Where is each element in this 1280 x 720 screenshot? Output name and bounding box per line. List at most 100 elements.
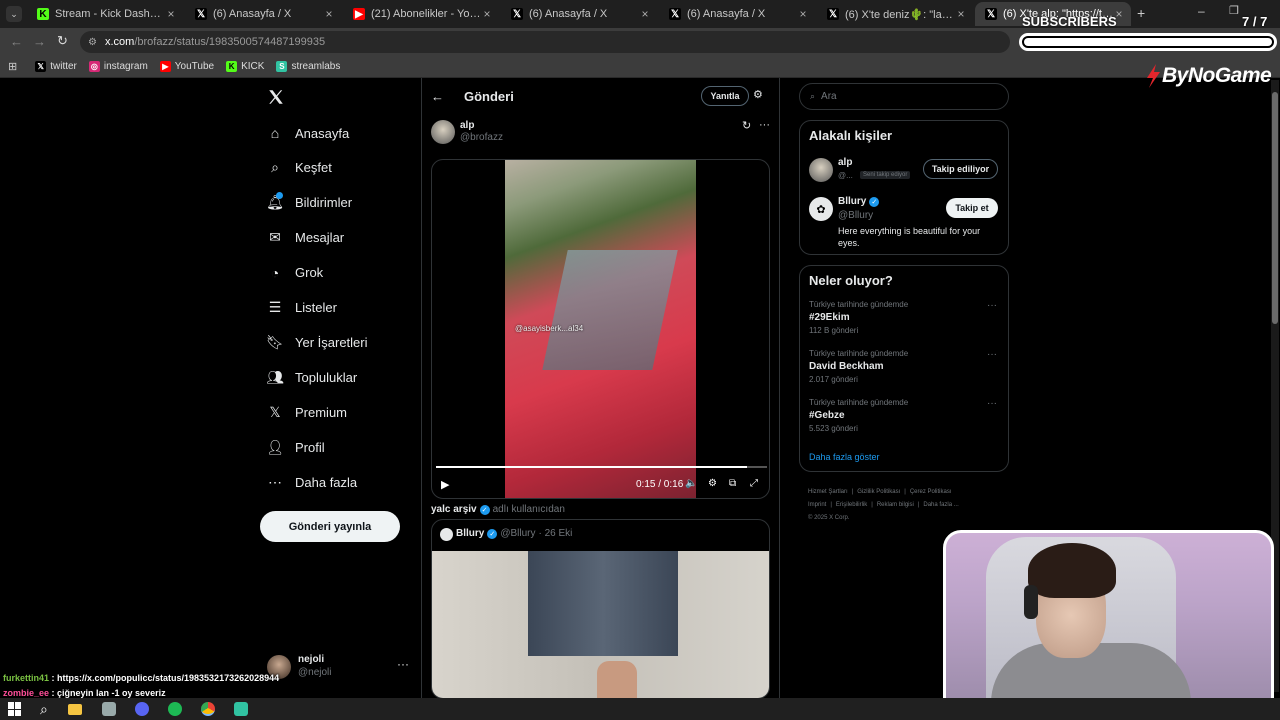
footer-link[interactable]: Reklam bilgisi <box>877 502 914 508</box>
trend-more-icon[interactable]: ··· <box>987 398 997 409</box>
trend-item[interactable]: Türkiye tarihinde gündemde #29Ekim 112 B g… <box>809 300 999 340</box>
app-icon[interactable] <box>101 702 116 716</box>
quoted-media[interactable] <box>432 551 769 698</box>
quoted-date: · 26 Eki <box>538 528 573 539</box>
browser-tab[interactable]: 𝕏 (6) X'te deniz🌵: "lan nejoli ne× <box>817 2 973 26</box>
follow-button[interactable]: Takip et <box>946 198 998 218</box>
forward-icon[interactable]: → <box>33 34 46 49</box>
quoted-media-foot <box>597 661 637 698</box>
video-progress-fill <box>436 466 748 468</box>
trend-more-icon[interactable]: ··· <box>987 349 997 360</box>
nav-item-list[interactable]: ☰ Listeler <box>266 293 337 323</box>
quoted-post[interactable]: Bllury ✓ @Bllury · 26 Eki <box>431 519 770 699</box>
x-logo-icon[interactable] <box>267 88 285 111</box>
footer-link[interactable]: Gizlilik Politikası <box>857 489 900 495</box>
author-name[interactable]: alp <box>460 120 474 131</box>
back-icon[interactable]: ← <box>10 34 23 49</box>
new-tab-button[interactable]: + <box>1137 5 1145 21</box>
reply-button[interactable]: Yanıtla <box>701 86 749 106</box>
author-handle[interactable]: @brofazz <box>460 132 503 143</box>
nav-item-x-premium[interactable]: 𝕏 Premium <box>266 397 347 427</box>
person-row[interactable]: alp @... Seni takip ediyor Takip ediliyo… <box>809 157 1001 185</box>
tab-close-icon[interactable]: × <box>955 7 967 21</box>
video-settings-icon[interactable]: ⚙ <box>708 478 717 489</box>
post-button[interactable]: Gönderi yayınla <box>260 511 400 542</box>
nav-item-communities[interactable]: 👥︎ Topluluklar <box>266 362 357 392</box>
author-avatar[interactable] <box>431 120 455 144</box>
trend-item[interactable]: Türkiye tarihinde gündemde David Beckham 2… <box>809 349 999 389</box>
trend-context: Türkiye tarihinde gündemde <box>809 300 909 309</box>
footer-link[interactable]: Hizmet Şartları <box>808 489 848 495</box>
tab-close-icon[interactable]: × <box>165 7 177 21</box>
browser-tab[interactable]: 𝕏 (6) Anasayfa / X × <box>659 2 815 26</box>
browser-tab[interactable]: ▶ (21) Abonelikler - YouTube× <box>343 2 499 26</box>
footer-row-1: Hizmet Şartları | Gizlilik Politikası | Çere… <box>808 486 1008 499</box>
browser-tab[interactable]: 𝕏 (6) Anasayfa / X × <box>185 2 341 26</box>
fullscreen-icon[interactable]: ⤢ <box>750 478 758 489</box>
account-more-icon[interactable]: ··· <box>397 657 409 671</box>
search-input[interactable]: ⌕ Ara <box>799 83 1009 110</box>
streamlabs-icon[interactable] <box>233 702 248 716</box>
footer-link[interactable]: Daha fazla ... <box>923 502 958 508</box>
nav-item-grok[interactable]: ◔ Grok <box>266 258 323 288</box>
back-arrow-icon[interactable]: ← <box>431 89 444 104</box>
nav-item-bell[interactable]: 🔔︎ Bildirimler <box>266 188 352 218</box>
address-bar[interactable]: ⚙ x.com /brofazz/status/1983500574487199… <box>80 31 1010 53</box>
account-switcher[interactable]: nejoli @nejoli ··· <box>267 653 412 683</box>
nav-item-mail[interactable]: ✉ Mesajlar <box>266 223 344 253</box>
site-info-icon[interactable]: ⚙ <box>88 37 97 48</box>
reply-settings-icon[interactable]: ⚙ <box>753 88 763 101</box>
nav-item-bookmark[interactable]: 🔖︎ Yer İşaretleri <box>266 327 367 357</box>
browser-tab[interactable]: 𝕏 (6) Anasayfa / X × <box>501 2 657 26</box>
bookmark-item[interactable]: Sstreamlabs <box>276 61 340 72</box>
pip-icon[interactable]: ⧉ <box>729 478 736 489</box>
tab-close-icon[interactable]: × <box>323 7 335 21</box>
trend-more-icon[interactable]: ··· <box>987 300 997 311</box>
bookmark-item[interactable]: ◎ instagram <box>88 61 148 72</box>
video-player[interactable]: @asayisberk...al34 ▶ 0:15 / 0:16 🔈 ⚙ ⧉ ⤢ <box>431 159 770 499</box>
volume-icon[interactable]: 🔈 <box>685 478 697 489</box>
nav-item-search[interactable]: ⌕ Keşfet <box>266 153 332 183</box>
windows-start-icon[interactable] <box>8 702 22 716</box>
browser-tab[interactable]: K Stream - Kick Dashboard× <box>27 2 183 26</box>
apps-grid-icon[interactable]: ⊞ <box>8 60 17 73</box>
source-user[interactable]: yalc arşiv <box>431 504 477 515</box>
post-more-icon[interactable]: ··· <box>759 119 770 131</box>
bookmark-item[interactable]: K KICK <box>226 61 264 72</box>
tab-close-icon[interactable]: × <box>639 7 651 21</box>
footer-link[interactable]: Imprint <box>808 502 826 508</box>
tab-close-icon[interactable]: × <box>797 7 809 21</box>
bookmark-icon: 🔖︎ <box>266 333 284 350</box>
video-progress-track[interactable] <box>436 466 767 468</box>
trend-item[interactable]: Türkiye tarihinde gündemde #Gebze 5.523 gö… <box>809 398 999 438</box>
nav-item-home[interactable]: ⌂ Anasayfa <box>266 118 349 148</box>
tab-close-icon[interactable]: × <box>481 7 493 21</box>
person-verified-icon: ✓ <box>869 196 880 207</box>
person-handle: @... <box>838 171 853 180</box>
play-icon[interactable]: ▶ <box>441 478 449 491</box>
nav-item-more-circle[interactable]: ⋯ Daha fazla <box>266 467 357 497</box>
tab-title: (21) Abonelikler - YouTube <box>371 8 481 20</box>
grok-icon[interactable]: ↻ <box>742 119 751 132</box>
page-scrollbar-thumb[interactable] <box>1272 92 1278 324</box>
taskbar-search-icon[interactable]: ⌕ <box>40 701 48 718</box>
nav-item-profile[interactable]: 👤︎ Profil <box>266 432 325 462</box>
bookmark-item[interactable]: 𝕏twitter <box>35 61 77 72</box>
footer-link[interactable]: Çerez Politikası <box>910 489 952 495</box>
restore-button[interactable]: ❐ <box>1229 4 1239 17</box>
person-handle: @Bllury <box>838 210 874 221</box>
following-button[interactable]: Takip ediliyor <box>923 159 998 179</box>
spotify-icon[interactable] <box>167 702 182 716</box>
reload-icon[interactable]: ↻ <box>57 33 68 49</box>
verified-badge-icon: ✓ <box>479 504 490 515</box>
file-explorer-icon[interactable] <box>67 703 82 715</box>
bookmark-item[interactable]: ▶ YouTube <box>159 61 214 72</box>
tab-search-dropdown[interactable]: ⌄ <box>6 6 22 22</box>
minimize-button[interactable]: – <box>1198 4 1205 18</box>
person-row[interactable]: ✿ Bllury ✓ @Bllury Takip et Here everyth… <box>809 196 1001 251</box>
chrome-icon[interactable] <box>200 702 215 716</box>
footer-links: Hizmet Şartları | Gizlilik Politikası | Çere… <box>808 486 1008 525</box>
footer-link[interactable]: Erişilebilirlik <box>836 502 867 508</box>
discord-icon[interactable] <box>134 702 149 716</box>
show-more-link[interactable]: Daha fazla göster <box>809 452 880 462</box>
